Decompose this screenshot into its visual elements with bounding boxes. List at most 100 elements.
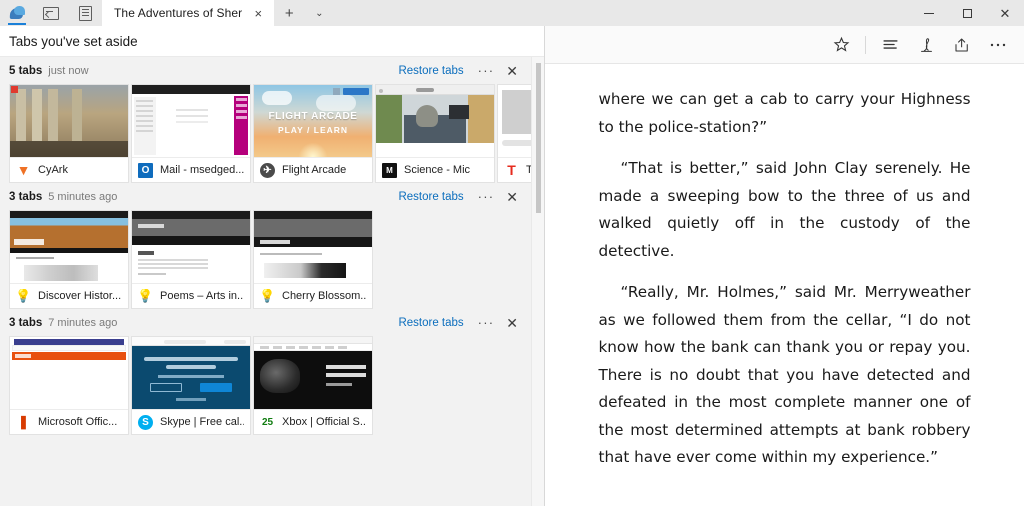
group-cards-row: ▼ CyArk O Mail - msedged... — [0, 84, 544, 183]
tab-card-title: Skype | Free cal... — [160, 416, 244, 428]
tabs-you-set-aside-button[interactable] — [68, 0, 102, 26]
lightbulb-icon: 💡 — [138, 289, 153, 304]
tab-thumbnail — [10, 85, 128, 157]
article-paragraph: where we can get a cab to carry your Hig… — [599, 86, 971, 141]
tab-card-title: Mail - msedged... — [160, 164, 244, 176]
group-cards-row: ❚ Microsoft Offic... S — [0, 336, 544, 435]
set-aside-tab-card[interactable]: FLIGHT ARCADE PLAY / LEARN ✈ Flight Arca… — [253, 84, 373, 183]
group-close-icon[interactable]: ✕ — [506, 316, 518, 330]
set-aside-group: 3 tabs 5 minutes ago Restore tabs ··· ✕ — [0, 183, 544, 309]
tab-thumbnail — [132, 211, 250, 283]
tab-card-title: Cherry Blossom... — [282, 290, 366, 302]
xbox-icon: 25 — [260, 415, 275, 430]
set-aside-tab-card[interactable]: ▼ CyArk — [9, 84, 129, 183]
more-settings-icon[interactable] — [980, 30, 1016, 60]
window-controls: ✕ — [910, 0, 1024, 26]
tab-title: The Adventures of Sher — [114, 6, 242, 20]
article-paragraph: “Really, Mr. Holmes,” said Mr. Merryweat… — [599, 279, 971, 472]
set-aside-tab-card[interactable]: 💡 Poems – Arts in... — [131, 210, 251, 309]
tab-thumbnail — [132, 337, 250, 409]
reader-scroll-area: where we can get a cab to carry your Hig… — [545, 64, 1024, 506]
scrollbar-thumb[interactable] — [536, 63, 541, 213]
ted-icon: T — [504, 163, 519, 178]
set-aside-group: 5 tabs just now Restore tabs ··· ✕ ▼ CyA… — [0, 57, 544, 183]
reading-view-pane: where we can get a cab to carry your Hig… — [545, 26, 1024, 506]
tab-thumbnail — [132, 85, 250, 157]
set-aside-pane-title: Tabs you've set aside — [0, 26, 544, 57]
group-cards-row: 💡 Discover Histor... 💡 Poems — [0, 210, 544, 309]
set-aside-tab-card[interactable]: S Skype | Free cal... — [131, 336, 251, 435]
cyark-icon: ▼ — [16, 163, 31, 178]
reading-view-icon[interactable] — [872, 30, 908, 60]
minimize-button[interactable] — [910, 0, 948, 26]
new-tab-button[interactable]: + — [274, 0, 304, 26]
tab-card-title: Poems – Arts in... — [160, 290, 244, 302]
set-aside-tab-card[interactable]: ❚ Microsoft Offic... — [9, 336, 129, 435]
lightbulb-icon: 💡 — [16, 289, 31, 304]
skype-icon: S — [138, 415, 153, 430]
group-close-icon[interactable]: ✕ — [506, 64, 518, 78]
window-body: Tabs you've set aside 5 tabs just now Re… — [0, 26, 1024, 506]
tab-card-title: Flight Arcade — [282, 164, 346, 176]
flight-arcade-icon: ✈ — [260, 163, 275, 178]
tab-thumbnail — [254, 211, 372, 283]
group-more-options-icon[interactable]: ··· — [478, 316, 495, 329]
set-aside-tab-card[interactable]: O Mail - msedged... — [131, 84, 251, 183]
title-bar: The Adventures of Sher × + ⌄ ✕ — [0, 0, 1024, 26]
group-more-options-icon[interactable]: ··· — [478, 64, 495, 77]
tab-card-label: 💡 Poems – Arts in... — [132, 283, 250, 308]
set-aside-tabs-pane: Tabs you've set aside 5 tabs just now Re… — [0, 26, 545, 506]
restore-tabs-link[interactable]: Restore tabs — [398, 317, 463, 329]
tab-card-label: ✈ Flight Arcade — [254, 157, 372, 182]
group-timestamp: 5 minutes ago — [48, 191, 117, 203]
edge-browser-window: The Adventures of Sher × + ⌄ ✕ Tabs you'… — [0, 0, 1024, 506]
tab-menu-chevron-down-icon[interactable]: ⌄ — [304, 0, 334, 26]
set-aside-group: 3 tabs 7 minutes ago Restore tabs ··· ✕ — [0, 309, 544, 435]
set-aside-tab-card[interactable]: 💡 Cherry Blossom... — [253, 210, 373, 309]
set-aside-tab-card[interactable]: M Science - Mic — [375, 84, 495, 183]
close-window-button[interactable]: ✕ — [986, 0, 1024, 26]
tab-card-title: Discover Histor... — [38, 290, 121, 302]
article-paragraph: “That is better,” said John Clay serenel… — [599, 155, 971, 265]
set-aside-tab-card[interactable]: 💡 Discover Histor... — [9, 210, 129, 309]
favorites-star-icon[interactable] — [823, 30, 859, 60]
tab-card-label: ▼ CyArk — [10, 157, 128, 182]
group-close-icon[interactable]: ✕ — [506, 190, 518, 204]
web-note-pen-icon[interactable] — [908, 30, 944, 60]
set-aside-tab-card[interactable]: 25 Xbox | Official S... — [253, 336, 373, 435]
lightbulb-icon: 💡 — [260, 289, 275, 304]
tab-card-title: Science - Mic — [404, 164, 470, 176]
browser-tab[interactable]: The Adventures of Sher × — [102, 0, 274, 26]
group-header: 3 tabs 5 minutes ago Restore tabs ··· ✕ — [0, 183, 544, 210]
group-header: 5 tabs just now Restore tabs ··· ✕ — [0, 57, 544, 84]
group-timestamp: just now — [48, 65, 88, 77]
edge-logo-icon — [9, 5, 26, 22]
thumbnail-subheadline: PLAY / LEARN — [254, 125, 372, 135]
maximize-button[interactable] — [948, 0, 986, 26]
group-more-options-icon[interactable]: ··· — [478, 190, 495, 203]
outlook-mail-icon: O — [138, 163, 153, 178]
article-body: where we can get a cab to carry your Hig… — [599, 86, 971, 506]
tab-thumbnail — [10, 337, 128, 409]
tab-thumbnail — [10, 211, 128, 283]
restore-tabs-link[interactable]: Restore tabs — [398, 65, 463, 77]
tab-close-icon[interactable]: × — [250, 5, 266, 21]
set-tabs-aside-button[interactable] — [0, 0, 34, 26]
reader-toolbar — [545, 26, 1024, 64]
tab-card-label: S Skype | Free cal... — [132, 409, 250, 434]
tab-card-label: O Mail - msedged... — [132, 157, 250, 182]
restore-set-aside-tabs-button[interactable] — [34, 0, 68, 26]
titlebar-drag-area — [334, 0, 910, 26]
tab-card-label: M Science - Mic — [376, 157, 494, 182]
tab-thumbnail — [376, 85, 494, 157]
group-timestamp: 7 minutes ago — [48, 317, 117, 329]
tab-thumbnail — [254, 337, 372, 409]
set-aside-pane-scrollbar[interactable] — [531, 57, 544, 506]
tab-card-label: 25 Xbox | Official S... — [254, 409, 372, 434]
tabs-list-icon — [79, 6, 92, 21]
tab-thumbnail: FLIGHT ARCADE PLAY / LEARN — [254, 85, 372, 157]
restore-tabs-link[interactable]: Restore tabs — [398, 191, 463, 203]
share-icon[interactable] — [944, 30, 980, 60]
toolbar-divider — [865, 36, 866, 54]
set-aside-icon — [43, 7, 59, 20]
